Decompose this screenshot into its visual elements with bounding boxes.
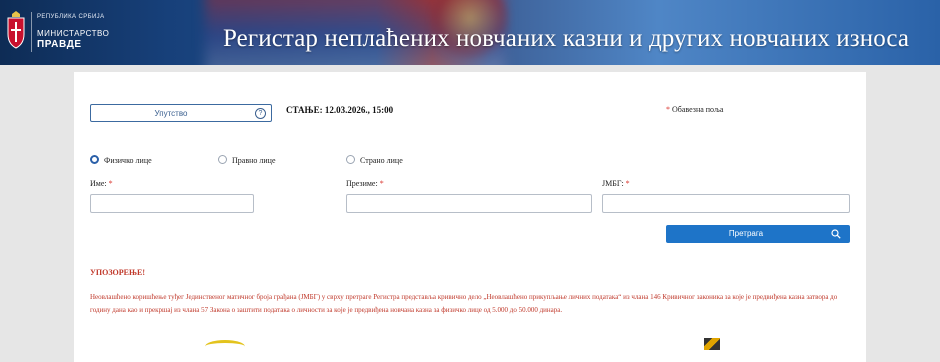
search-button[interactable]: Претрага	[666, 225, 850, 243]
required-star: *	[379, 179, 384, 188]
required-fields-note: * Обавезна поља	[666, 105, 723, 114]
page-title: Регистар неплаћених новчаних казни и дру…	[223, 25, 910, 52]
required-star: *	[625, 179, 630, 188]
coat-of-arms-icon[interactable]	[6, 10, 26, 54]
status-timestamp: СТАЊЕ: 12.03.2026., 15:00	[286, 105, 394, 115]
last-name-label: Презиме: *	[346, 179, 384, 188]
first-name-label-text: Име:	[90, 179, 107, 188]
ministry-name-line1[interactable]: МИНИСТАРСТВО	[37, 29, 109, 38]
instructions-button-label: Упутство	[154, 109, 188, 118]
logo-divider	[31, 12, 32, 52]
radio-circle[interactable]	[346, 155, 355, 164]
question-circle-icon: ?	[255, 108, 266, 119]
jmbg-label-text: ЈМБГ:	[602, 179, 624, 188]
decorative-logo-partial	[704, 338, 720, 350]
search-icon	[831, 229, 841, 239]
last-name-input[interactable]	[346, 194, 592, 213]
radio-circle-selected[interactable]	[90, 155, 99, 164]
radio-label: Правно лице	[232, 156, 276, 165]
required-star: *	[108, 179, 113, 188]
instructions-button[interactable]: Упутство ?	[90, 104, 272, 122]
radio-label: Физичко лице	[104, 156, 152, 165]
site-header: РЕПУБЛИКА СРБИЈА МИНИСТАРСТВО ПРАВДЕ Рег…	[0, 0, 940, 65]
warning-title: УПОЗОРЕЊЕ!	[90, 268, 145, 277]
jmbg-label: ЈМБГ: *	[602, 179, 630, 188]
search-button-label: Претрага	[728, 229, 764, 238]
first-name-input[interactable]	[90, 194, 254, 213]
ministry-name-line2[interactable]: ПРАВДЕ	[37, 39, 82, 50]
radio-label: Страно лице	[360, 156, 403, 165]
last-name-label-text: Презиме:	[346, 179, 378, 188]
required-fields-label: Обавезна поља	[672, 105, 724, 114]
first-name-label: Име: *	[90, 179, 113, 188]
warning-text: Неовлашћено коришћење туђег Јединственог…	[90, 293, 838, 314]
country-name: РЕПУБЛИКА СРБИЈА	[37, 14, 105, 20]
jmbg-input[interactable]	[602, 194, 850, 213]
radio-circle[interactable]	[218, 155, 227, 164]
required-star: *	[666, 105, 670, 114]
